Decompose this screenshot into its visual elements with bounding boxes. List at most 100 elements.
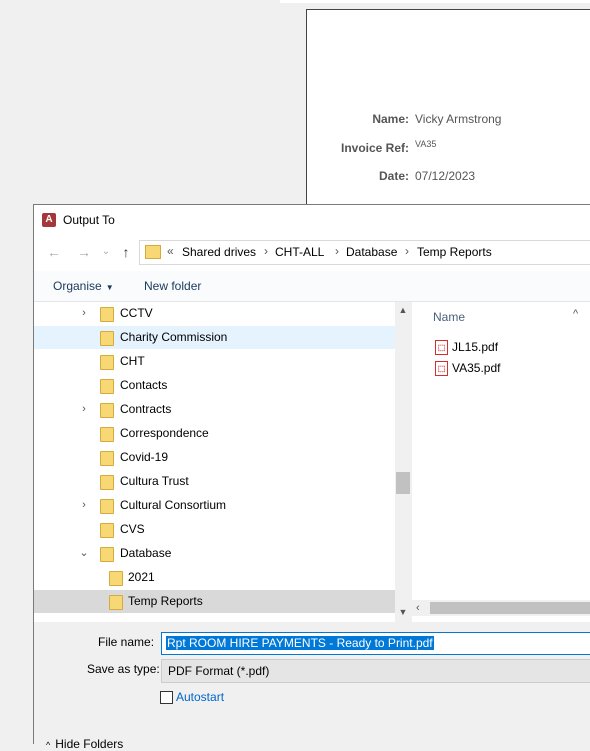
report-invoice-label: Invoice Ref: [340,141,409,155]
tree-item-cvs[interactable]: CVS [34,518,395,541]
sort-ascending-icon: ^ [573,308,579,320]
navigation-bar: ← → ⌄ ↑ « Shared drives › CHT-ALL › Data… [34,237,590,267]
chevron-up-icon: ^ [46,740,51,750]
hide-folders-label: Hide Folders [55,737,124,751]
file-name: JL15.pdf [452,340,499,354]
autostart-checkbox[interactable] [160,691,173,704]
folder-icon [100,427,114,442]
background-strip [280,0,590,3]
autostart-label[interactable]: Autostart [176,690,224,704]
folder-icon [100,355,114,370]
hide-folders-button[interactable]: ^ Hide Folders [46,737,123,751]
tree-item-covid-19[interactable]: Covid-19 [34,446,395,469]
folder-icon [100,379,114,394]
organise-label: Organise [53,279,102,293]
save-options-area: File name: Rpt ROOM HIRE PAYMENTS - Read… [34,622,590,751]
tree-item-correspondence[interactable]: Correspondence [34,422,395,445]
tree-item-label: Cultural Consortium [120,498,227,512]
back-arrow-icon[interactable]: ← [46,244,62,260]
scroll-left-icon[interactable]: ‹ [416,600,420,616]
file-list-hscrollbar[interactable]: ‹ [412,600,590,616]
chevron-right-icon[interactable]: › [79,499,89,511]
access-app-icon: A [42,213,56,227]
chevron-right-icon[interactable]: › [79,307,89,319]
name-column-header[interactable]: Name ^ [433,308,578,324]
tree-item-label: Correspondence [120,426,209,440]
folder-icon [100,307,114,322]
report-name-value: Vicky Armstrong [415,112,502,126]
tree-item-contracts[interactable]: › Contracts [34,398,395,421]
report-invoice-value: VA35 [415,139,437,149]
tree-item-label: Contacts [120,378,168,392]
tree-item-label: CVS [120,522,145,536]
filename-input[interactable]: Rpt ROOM HIRE PAYMENTS - Ready to Print.… [161,632,590,655]
folder-icon [109,571,123,586]
report-name-label: Name: [372,112,409,126]
folder-icon [109,595,123,610]
report-preview: Name: Vicky Armstrong Invoice Ref: VA35 … [306,9,590,210]
hscrollbar-thumb[interactable] [430,602,590,614]
tree-item-2021[interactable]: 2021 [34,566,395,589]
forward-arrow-icon[interactable]: → [76,244,92,260]
chevron-right-icon[interactable]: › [79,403,89,415]
tree-item-cultura-trust[interactable]: Cultura Trust [34,470,395,493]
report-invoice-row: Invoice Ref: VA35 [307,139,590,157]
folder-icon [100,475,114,490]
tree-scrollbar[interactable]: ▲ ▼ [395,302,411,622]
breadcrumb-separator-icon[interactable]: › [405,244,409,258]
tree-item-label: Covid-19 [120,450,169,464]
savetype-label: Save as type: [87,662,160,676]
tree-item-label: Temp Reports [128,594,203,608]
savetype-select[interactable]: PDF Format (*.pdf) [161,659,590,683]
folder-icon [100,451,114,466]
dialog-title: Output To [63,213,115,227]
organise-button[interactable]: Organise ▼ [53,279,114,293]
tree-scrollbar-thumb[interactable] [396,472,410,494]
breadcrumb-separator-icon[interactable]: › [264,244,268,258]
organise-caret-icon: ▼ [105,283,114,292]
folder-icon [100,547,114,562]
folder-icon [100,403,114,418]
file-name: VA35.pdf [452,361,501,375]
chevron-down-icon[interactable]: ⌄ [79,547,89,559]
pdf-file-icon: ⬚ [435,340,448,355]
scroll-down-icon[interactable]: ▼ [395,604,411,620]
folder-tree[interactable]: › CCTV Charity Commission CHT Contacts ›… [34,302,395,622]
address-bar[interactable]: « Shared drives › CHT-ALL › Database › T… [139,240,590,265]
folder-icon [100,523,114,538]
report-date-label: Date: [378,169,409,183]
savetype-value: PDF Format (*.pdf) [168,664,270,678]
breadcrumb-shared-drives[interactable]: Shared drives [182,245,256,259]
tree-item-label: Charity Commission [120,330,228,344]
breadcrumb-temp-reports[interactable]: Temp Reports [417,245,492,259]
tree-item-temp-reports[interactable]: Temp Reports [34,590,395,613]
tree-item-cht[interactable]: CHT [34,350,395,373]
tree-item-label: Cultura Trust [120,474,189,488]
tree-item-label: CCTV [120,306,153,320]
output-to-dialog: A Output To ← → ⌄ ↑ « Shared drives › CH… [33,204,590,751]
filename-label: File name: [98,635,155,649]
folder-icon [145,245,161,259]
tree-item-contacts[interactable]: Contacts [34,374,395,397]
folder-icon [100,499,114,514]
tree-item-label: CHT [120,354,145,368]
dialog-titlebar[interactable]: A Output To [34,205,590,235]
tree-item-database[interactable]: ⌄ Database [34,542,395,565]
up-arrow-icon[interactable]: ↑ [118,244,134,260]
dialog-toolbar: Organise ▼ New folder [34,271,590,302]
tree-item-cctv[interactable]: › CCTV [34,302,395,325]
scroll-up-icon[interactable]: ▲ [395,302,411,318]
breadcrumb-cht-all[interactable]: CHT-ALL [275,245,324,259]
tree-item-cultural-consortium[interactable]: › Cultural Consortium [34,494,395,517]
breadcrumb-database[interactable]: Database [346,245,397,259]
filename-value: Rpt ROOM HIRE PAYMENTS - Ready to Print.… [166,636,434,650]
report-date-row: Date: 07/12/2023 [307,169,590,185]
tree-item-charity-commission[interactable]: Charity Commission [34,326,395,349]
new-folder-button[interactable]: New folder [144,279,201,293]
file-list-pane[interactable]: Name ^ ⬚ JL15.pdf ⬚ VA35.pdf ‹ [412,302,590,622]
folder-icon [100,331,114,346]
recent-locations-icon[interactable]: ⌄ [98,244,114,260]
breadcrumb-separator-icon[interactable]: › [335,244,339,258]
address-overflow-icon[interactable]: « [167,244,174,258]
pdf-file-icon: ⬚ [435,361,448,376]
